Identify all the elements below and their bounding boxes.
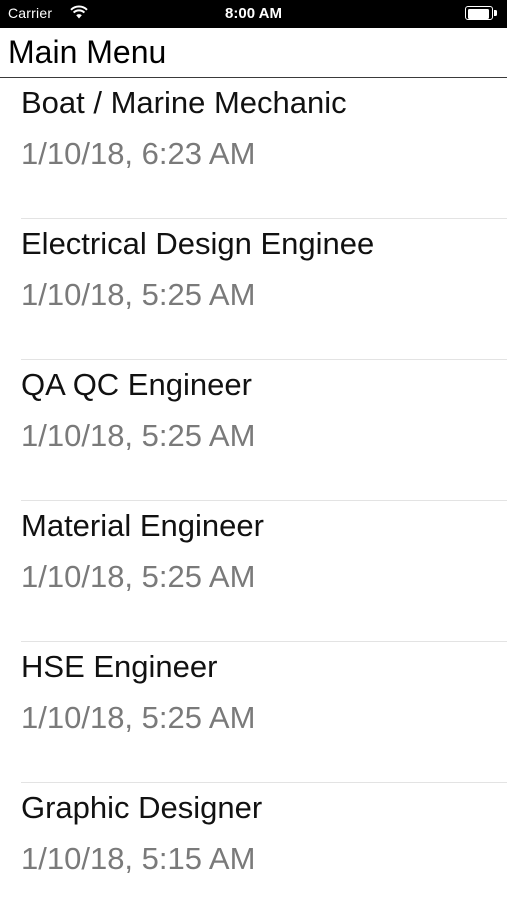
list-item[interactable]: Graphic Designer 1/10/18, 5:15 AM xyxy=(0,783,507,924)
item-date: 1/10/18, 5:25 AM xyxy=(21,418,256,453)
list-item[interactable]: Material Engineer 1/10/18, 5:25 AM xyxy=(0,501,507,642)
list-item[interactable]: Electrical Design Enginee 1/10/18, 5:25 … xyxy=(0,219,507,360)
item-title: Boat / Marine Mechanic xyxy=(21,85,347,120)
item-date: 1/10/18, 5:25 AM xyxy=(21,559,256,594)
item-title: Material Engineer xyxy=(21,508,264,543)
list-item[interactable]: QA QC Engineer 1/10/18, 5:25 AM xyxy=(0,360,507,501)
item-date: 1/10/18, 5:25 AM xyxy=(21,700,256,735)
item-date: 1/10/18, 5:25 AM xyxy=(21,277,256,312)
job-list: Boat / Marine Mechanic 1/10/18, 6:23 AM … xyxy=(0,78,507,924)
item-date: 1/10/18, 6:23 AM xyxy=(21,136,256,171)
item-title: HSE Engineer xyxy=(21,649,218,684)
page-title: Main Menu xyxy=(8,34,167,70)
item-title: Graphic Designer xyxy=(21,790,263,825)
item-title: QA QC Engineer xyxy=(21,367,252,402)
status-bar: Carrier 8:00 AM xyxy=(0,0,507,28)
battery-icon xyxy=(465,6,499,22)
list-item[interactable]: Boat / Marine Mechanic 1/10/18, 6:23 AM xyxy=(0,78,507,219)
navigation-bar: Main Menu xyxy=(0,28,507,78)
list-item[interactable]: HSE Engineer 1/10/18, 5:25 AM xyxy=(0,642,507,783)
battery-tip xyxy=(494,10,497,16)
item-date: 1/10/18, 5:15 AM xyxy=(21,841,256,876)
item-title: Electrical Design Enginee xyxy=(21,226,375,261)
battery-body xyxy=(465,6,493,20)
status-time: 8:00 AM xyxy=(225,5,282,22)
battery-fill xyxy=(468,9,489,19)
